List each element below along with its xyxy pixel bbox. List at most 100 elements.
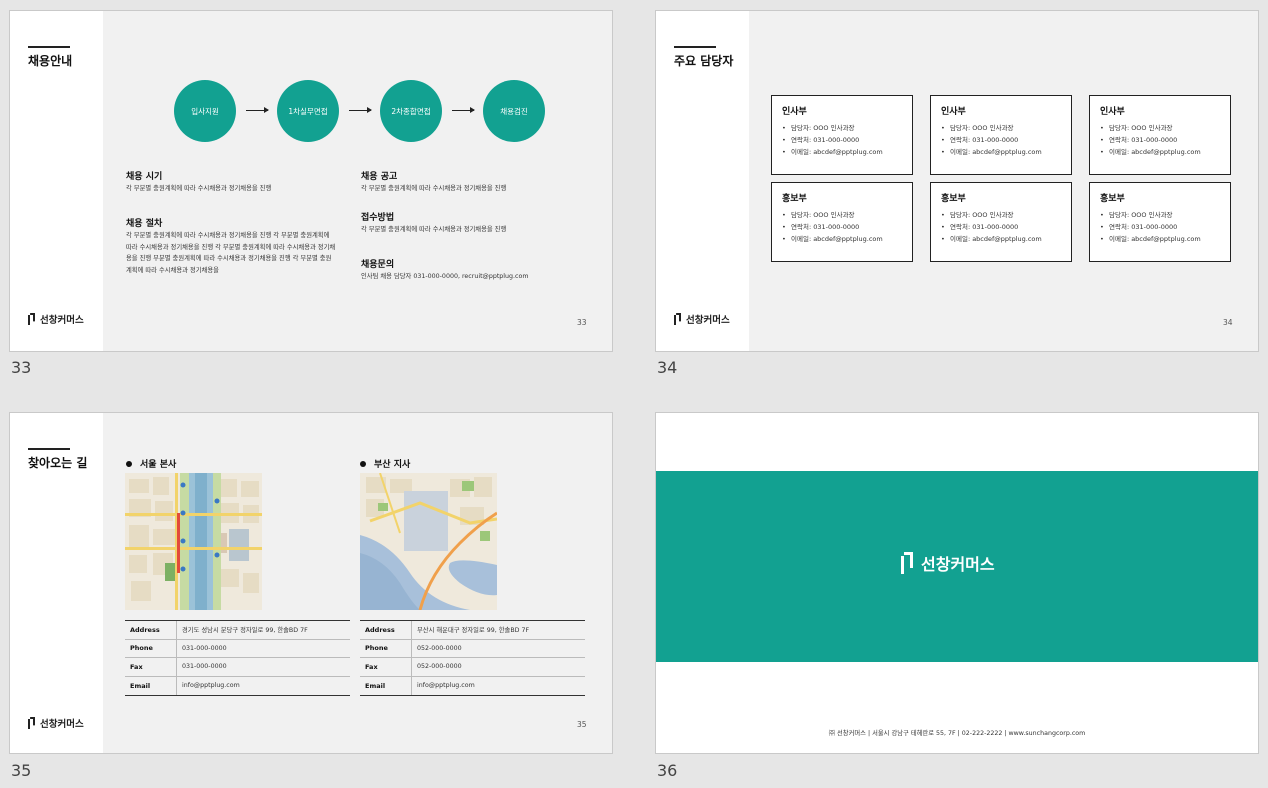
bullet-dot-icon: [360, 460, 366, 467]
info-key: Fax: [360, 658, 412, 676]
slide-sidebar: 채용안내 선창커머스: [10, 11, 103, 351]
logo-text: 선창커머스: [921, 555, 995, 574]
info-value: 경기도 성남시 분당구 정자일로 99, 한솔BD 7F: [182, 627, 308, 635]
logo-mark-icon: [28, 313, 35, 325]
info-value: 052-000-0000: [417, 644, 462, 652]
arrow-right-icon: [246, 107, 269, 113]
card-line: 이메일: abcdef@pptplug.com: [1100, 146, 1220, 158]
page-number: 34: [1223, 318, 1233, 327]
card-dept: 홍보부: [941, 194, 966, 204]
section-text: 각 부분별 충원계획에 따라 수시채용과 정기채용을 진행 각 부분별 충원계획…: [126, 232, 336, 274]
slide-sidebar: 찾아오는 길 선창커머스: [10, 413, 103, 753]
slide-thumbnail-35[interactable]: 찾아오는 길 선창커머스 서울 본사 Address 경기도 성남시 분당구 정…: [9, 412, 613, 754]
office-name: 부산 지사: [374, 460, 411, 470]
company-logo: 선창커머스: [28, 716, 84, 730]
table-row: Fax 052-000-0000: [360, 658, 585, 677]
logo-mark-icon: [674, 313, 681, 325]
card-line: 이메일: abcdef@pptplug.com: [941, 233, 1061, 245]
card-line: 연락처: 031-000-0000: [1100, 221, 1220, 233]
slide-thumbnail-34[interactable]: 주요 담당자 선창커머스 인사부 담당자: OOO 인사과장연락처: 031-0…: [655, 10, 1259, 352]
office-name: 서울 본사: [140, 460, 177, 470]
slide-sidebar: 주요 담당자 선창커머스: [656, 11, 749, 351]
step-circle: 입사지원: [174, 80, 236, 142]
company-logo: 선창커머스: [28, 312, 84, 326]
slide-thumbnail-33[interactable]: 채용안내 선창커머스 입사지원 1차실무면접 2차종합면접 채용검진 채용 시기…: [9, 10, 613, 352]
company-footer: ㈜ 선창커머스 | 서울시 강남구 테헤란로 55, 7F | 02-222-2…: [828, 730, 1086, 737]
card-dept: 인사부: [782, 107, 807, 117]
info-value: 031-000-0000: [182, 663, 227, 671]
office-heading: 서울 본사: [126, 457, 176, 470]
logo-text: 선창커머스: [40, 719, 84, 730]
info-key: Email: [360, 676, 412, 695]
section-heading: 접수방법: [361, 213, 395, 223]
card-line: 담당자: OOO 인사과장: [1100, 209, 1220, 221]
card-line: 연락처: 031-000-0000: [1100, 134, 1220, 146]
contact-card: 홍보부 담당자: OOO 인사과장연락처: 031-000-0000이메일: a…: [930, 182, 1072, 262]
contact-card: 홍보부 담당자: OOO 인사과장연락처: 031-000-0000이메일: a…: [771, 182, 913, 262]
title-bar: [28, 448, 70, 450]
info-value: 부산시 해운대구 정자일로 99, 한솔BD 7F: [417, 627, 530, 635]
slide-number-label: 36: [657, 761, 678, 780]
info-key: Phone: [125, 639, 177, 657]
table-row: Address 부산시 해운대구 정자일로 99, 한솔BD 7F: [360, 621, 585, 640]
info-key: Email: [125, 676, 177, 695]
card-line: 이메일: abcdef@pptplug.com: [1100, 233, 1220, 245]
card-line: 담당자: OOO 인사과장: [782, 122, 902, 134]
slide-number-label: 33: [11, 358, 32, 377]
section-heading: 채용문의: [361, 260, 395, 270]
step-circle: 1차실무면접: [277, 80, 339, 142]
table-row: Email info@pptplug.com: [360, 676, 585, 695]
arrow-right-icon: [349, 107, 372, 113]
card-dept: 인사부: [941, 107, 966, 117]
card-dept: 홍보부: [1100, 194, 1125, 204]
card-line: 이메일: abcdef@pptplug.com: [782, 146, 902, 158]
busan-map-image: [360, 473, 497, 610]
card-dept: 인사부: [1100, 107, 1125, 117]
title-bar: [674, 46, 716, 48]
contact-card: 인사부 담당자: OOO 인사과장연락처: 031-000-0000이메일: a…: [930, 95, 1072, 175]
info-key: Address: [125, 621, 177, 639]
office-heading: 부산 지사: [360, 457, 410, 470]
section-text: 인사팀 채용 담당자 031-000-0000, recruit@pptplug…: [361, 273, 529, 280]
page-number: 33: [577, 318, 587, 327]
slide-title: 찾아오는 길: [28, 456, 88, 470]
logo-mark-icon: [28, 717, 35, 729]
page-number: 35: [577, 720, 587, 729]
info-value: info@pptplug.com: [417, 682, 475, 690]
bullet-dot-icon: [126, 460, 132, 467]
table-row: Fax 031-000-0000: [125, 658, 350, 677]
info-key: Address: [360, 621, 412, 639]
table-row: Address 경기도 성남시 분당구 정자일로 99, 한솔BD 7F: [125, 621, 350, 640]
slide-thumbnail-36[interactable]: 선창커머스 ㈜ 선창커머스 | 서울시 강남구 테헤란로 55, 7F | 02…: [655, 412, 1259, 754]
card-line: 연락처: 031-000-0000: [782, 221, 902, 233]
company-logo: 선창커머스: [674, 312, 730, 326]
slide-number-label: 34: [657, 358, 678, 377]
card-line: 연락처: 031-000-0000: [782, 134, 902, 146]
step-circle: 2차종합면접: [380, 80, 442, 142]
card-line: 연락처: 031-000-0000: [941, 134, 1061, 146]
table-row: Email info@pptplug.com: [125, 676, 350, 695]
info-key: Fax: [125, 658, 177, 676]
table-row: Phone 052-000-0000: [360, 639, 585, 658]
card-line: 담당자: OOO 인사과장: [941, 209, 1061, 221]
card-line: 연락처: 031-000-0000: [941, 221, 1061, 233]
section-text: 각 부분별 충원계획에 따라 수시채용과 정기채용을 진행: [126, 185, 272, 192]
office-info-table: Address 부산시 해운대구 정자일로 99, 한솔BD 7F Phone 05…: [360, 620, 585, 696]
arrow-right-icon: [452, 107, 475, 113]
table-row: Phone 031-000-0000: [125, 639, 350, 658]
contact-card: 홍보부 담당자: OOO 인사과장연락처: 031-000-0000이메일: a…: [1089, 182, 1231, 262]
card-line: 담당자: OOO 인사과장: [941, 122, 1061, 134]
info-value: 031-000-0000: [182, 644, 227, 652]
company-logo: 선창커머스: [901, 551, 995, 575]
section-text: 각 부분별 충원계획에 따라 수시채용과 정기채용을 진행: [361, 226, 507, 233]
info-value: info@pptplug.com: [182, 682, 240, 690]
office-info-table: Address 경기도 성남시 분당구 정자일로 99, 한솔BD 7F Phon…: [125, 620, 350, 696]
contact-card: 인사부 담당자: OOO 인사과장연락처: 031-000-0000이메일: a…: [1089, 95, 1231, 175]
card-line: 담당자: OOO 인사과장: [782, 209, 902, 221]
card-line: 이메일: abcdef@pptplug.com: [782, 233, 902, 245]
section-text: 각 부분별 충원계획에 따라 수시채용과 정기채용을 진행: [361, 185, 507, 192]
step-circle: 채용검진: [483, 80, 545, 142]
slide-title: 채용안내: [28, 54, 73, 68]
card-line: 이메일: abcdef@pptplug.com: [941, 146, 1061, 158]
seoul-map-image: [125, 473, 262, 610]
